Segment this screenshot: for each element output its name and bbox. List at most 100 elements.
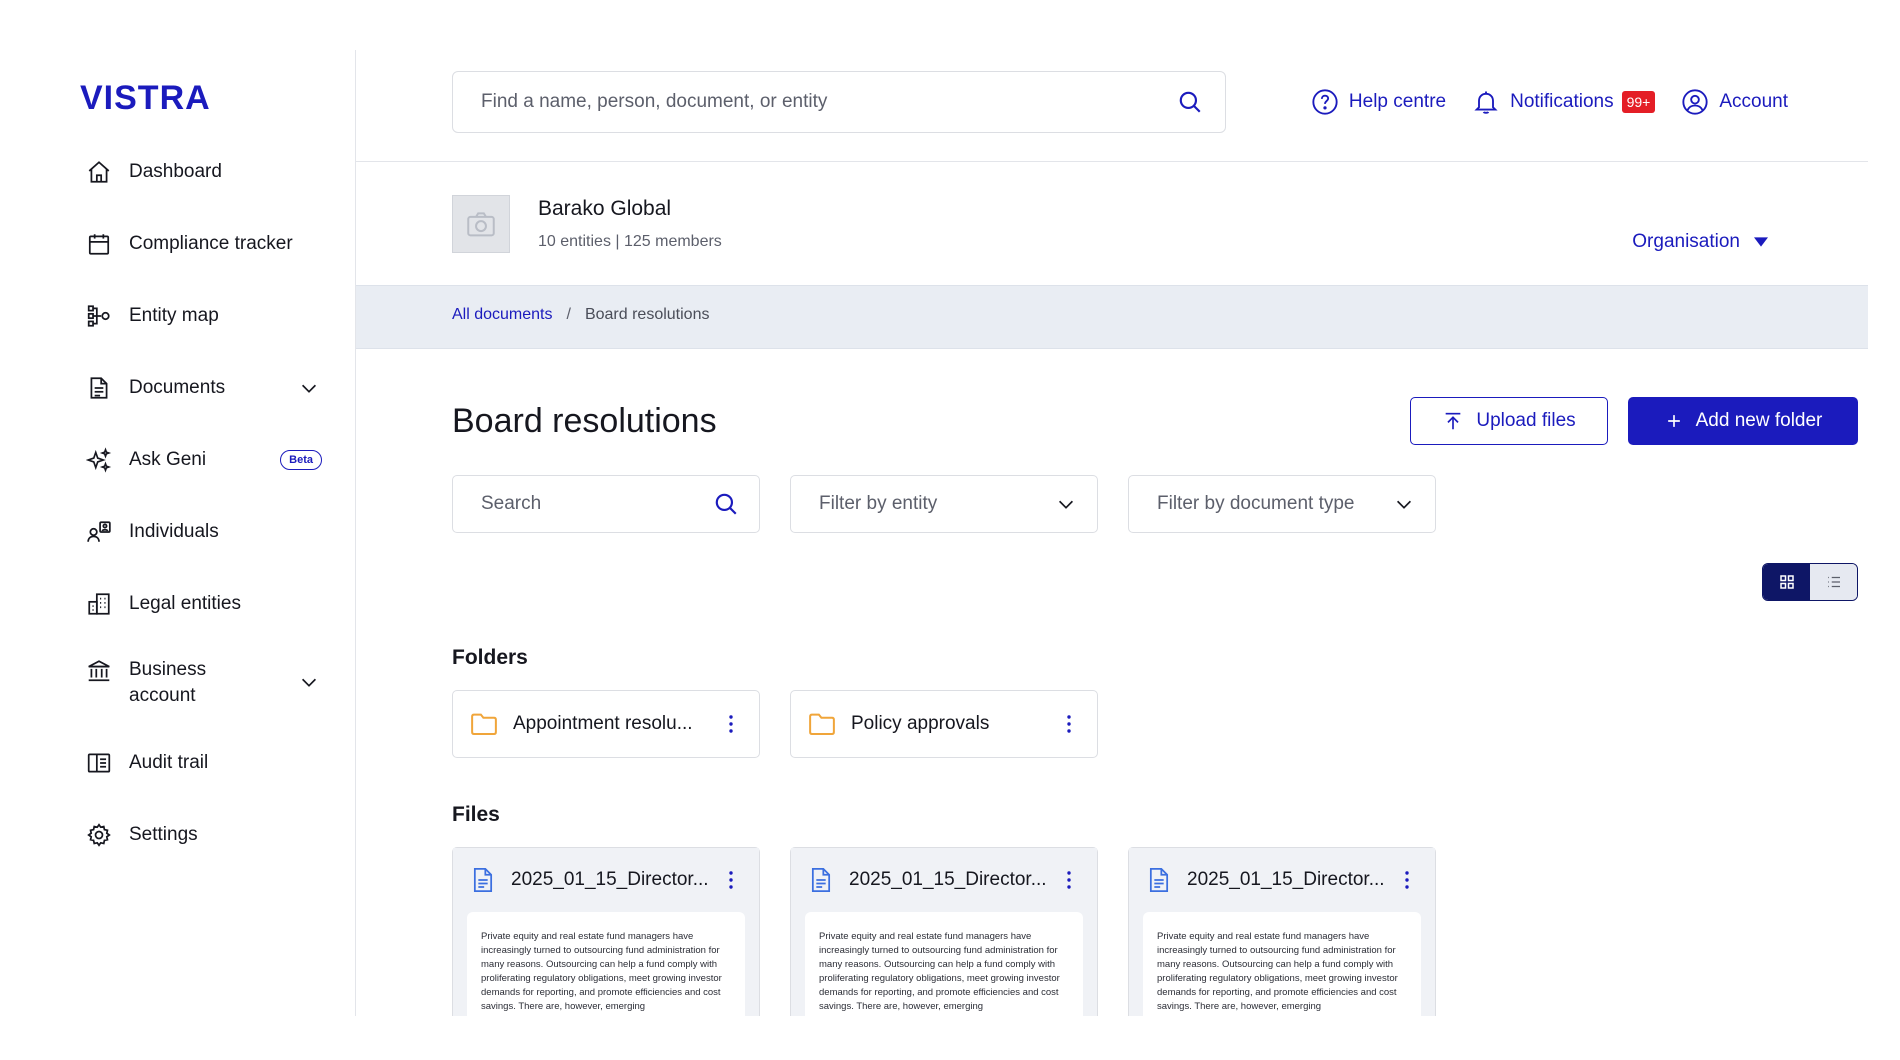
file-name: 2025_01_15_Director... — [1187, 869, 1385, 890]
org-name: Barako Global — [538, 197, 672, 220]
organisation-dropdown-label: Organisation — [1632, 231, 1740, 252]
plus-icon — [1667, 415, 1680, 427]
file-card[interactable]: 2025_01_15_Director... Private equity an… — [1128, 847, 1436, 1016]
user-circle-icon — [1682, 89, 1708, 115]
svg-text:VISTRA: VISTRA — [80, 79, 211, 117]
chevron-down-icon[interactable] — [298, 377, 320, 399]
file-preview: Private equity and real estate fund mana… — [1143, 912, 1421, 1016]
more-options-icon[interactable] — [719, 865, 743, 895]
home-icon — [85, 158, 113, 186]
global-search-input[interactable] — [481, 91, 1175, 113]
more-options-icon[interactable] — [1395, 865, 1419, 895]
sidebar-item-entity-map[interactable]: Entity map — [42, 289, 356, 343]
sidebar-item-ask-geni[interactable]: Ask Geni Beta — [42, 433, 356, 487]
sparkle-icon — [85, 446, 113, 474]
file-name: 2025_01_15_Director... — [511, 869, 709, 890]
folder-icon — [809, 713, 835, 735]
filter-by-entity-label: Filter by entity — [819, 493, 938, 514]
folder-name: Policy approvals — [851, 713, 990, 734]
camera-icon — [467, 212, 495, 237]
help-centre-label: Help centre — [1348, 91, 1447, 112]
file-preview: Private equity and real estate fund mana… — [805, 912, 1083, 1016]
file-card-header: 2025_01_15_Director... — [791, 848, 1097, 912]
breadcrumb-separator: / — [566, 306, 571, 323]
sidebar: VISTRA Dashboard Compliance tracker Enti… — [42, 50, 356, 1016]
folder-icon — [471, 713, 497, 735]
chevron-down-icon[interactable] — [298, 671, 320, 693]
individuals-icon — [85, 518, 113, 546]
top-links: Help centre Notifications 99+ Account — [1311, 88, 1788, 116]
sidebar-item-label: Settings — [129, 824, 198, 845]
building-icon — [85, 590, 113, 618]
file-card[interactable]: 2025_01_15_Director... Private equity an… — [790, 847, 1098, 1016]
folders-heading: Folders — [452, 646, 528, 669]
sidebar-item-label: Legal entities — [129, 593, 241, 614]
document-search-placeholder: Search — [481, 493, 542, 514]
organisation-header: Barako Global 10 entities | 125 members … — [356, 163, 1868, 285]
breadcrumb-current: Board resolutions — [584, 306, 710, 323]
top-bar: Help centre Notifications 99+ Account — [356, 50, 1868, 162]
file-name: 2025_01_15_Director... — [849, 869, 1047, 890]
notifications-label: Notifications — [1510, 91, 1614, 112]
search-icon[interactable] — [1175, 87, 1205, 117]
file-card-header: 2025_01_15_Director... — [1129, 848, 1435, 912]
search-icon[interactable] — [713, 491, 739, 517]
sidebar-item-settings[interactable]: Settings — [42, 808, 356, 862]
vistra-logo[interactable]: VISTRA — [80, 77, 240, 117]
file-document-icon — [473, 868, 493, 892]
file-preview: Private equity and real estate fund mana… — [467, 912, 745, 1016]
filter-by-document-type-label: Filter by document type — [1157, 493, 1355, 514]
sidebar-item-individuals[interactable]: Individuals — [42, 505, 356, 559]
account-link[interactable]: Account — [1681, 88, 1788, 116]
filter-by-document-type-select[interactable]: Filter by document type — [1128, 475, 1436, 533]
global-search — [452, 71, 1226, 133]
page-title: Board resolutions — [452, 402, 717, 440]
caret-down-icon — [1754, 237, 1768, 247]
folder-name: Appointment resolu... — [513, 713, 693, 734]
folder-card[interactable]: Policy approvals — [790, 690, 1098, 758]
file-card[interactable]: 2025_01_15_Director... Private equity an… — [452, 847, 760, 1016]
grid-view-button[interactable] — [1763, 564, 1810, 600]
beta-badge: Beta — [280, 450, 322, 470]
breadcrumb-all-documents[interactable]: All documents — [452, 306, 553, 324]
org-meta: 10 entities | 125 members — [538, 233, 722, 250]
grid-icon — [1779, 575, 1794, 589]
breadcrumb: All documents / Board resolutions — [452, 306, 709, 324]
sidebar-item-label: Audit trail — [129, 752, 209, 773]
sidebar-item-business-account[interactable]: Business account — [42, 649, 356, 717]
filter-by-entity-select[interactable]: Filter by entity — [790, 475, 1098, 533]
document-search[interactable]: Search — [452, 475, 760, 533]
sidebar-item-legal-entities[interactable]: Legal entities — [42, 577, 356, 631]
upload-icon — [1446, 412, 1461, 430]
file-card-header: 2025_01_15_Director... — [453, 848, 759, 912]
more-options-icon[interactable] — [1057, 709, 1081, 739]
sidebar-item-audit-trail[interactable]: Audit trail — [42, 736, 356, 790]
gear-icon — [85, 821, 113, 849]
help-centre-link[interactable]: Help centre — [1311, 88, 1446, 116]
sidebar-item-label: Documents — [129, 377, 226, 398]
bell-icon — [1474, 91, 1498, 114]
sidebar-item-documents[interactable]: Documents — [42, 361, 356, 415]
bank-icon — [85, 657, 113, 685]
list-view-button[interactable] — [1810, 564, 1857, 600]
sidebar-item-label: Compliance tracker — [129, 233, 293, 254]
notifications-link[interactable]: Notifications 99+ — [1472, 88, 1656, 116]
account-label: Account — [1719, 91, 1788, 112]
sidebar-item-label: Individuals — [129, 521, 219, 542]
sidebar-item-compliance-tracker[interactable]: Compliance tracker — [42, 217, 356, 271]
upload-files-button[interactable]: Upload files — [1410, 397, 1608, 445]
sidebar-item-dashboard[interactable]: Dashboard — [42, 145, 356, 199]
more-options-icon[interactable] — [719, 709, 743, 739]
list-icon — [1827, 576, 1840, 588]
notifications-count-badge: 99+ — [1621, 91, 1656, 113]
add-new-folder-button[interactable]: Add new folder — [1628, 397, 1858, 445]
view-toggle — [1762, 563, 1858, 601]
organisation-dropdown[interactable]: Organisation — [1632, 231, 1768, 253]
entity-map-icon — [85, 302, 113, 330]
folder-card[interactable]: Appointment resolu... — [452, 690, 760, 758]
app-window: VISTRA Dashboard Compliance tracker Enti… — [42, 50, 1868, 1016]
file-document-icon — [1149, 868, 1169, 892]
org-avatar — [452, 195, 510, 253]
main-content: Help centre Notifications 99+ Account Ba… — [356, 50, 1868, 1016]
more-options-icon[interactable] — [1057, 865, 1081, 895]
